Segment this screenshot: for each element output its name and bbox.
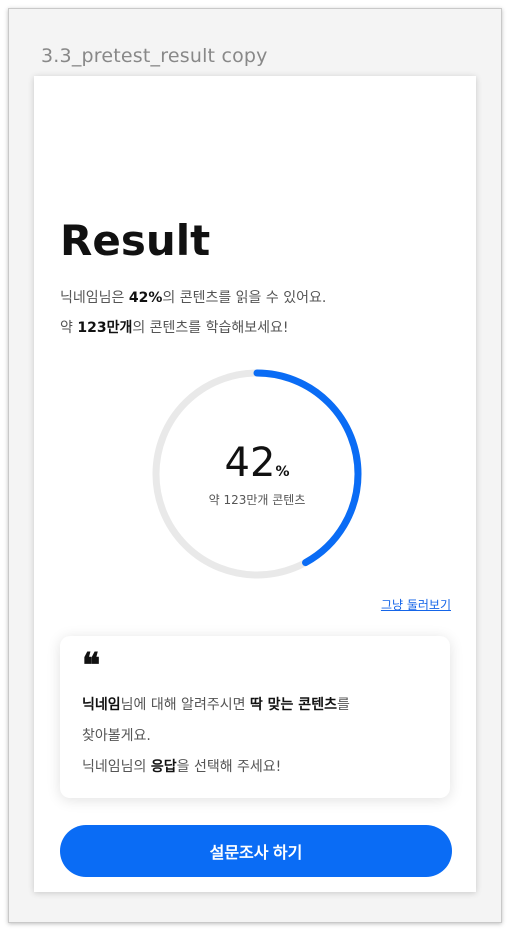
summary-line-1-prefix: 닉네임님은	[60, 290, 129, 306]
gauge-caption: 약 123만개 콘텐츠	[208, 492, 306, 507]
summary-line-2-suffix: 의 콘텐츠를 학습해보세요!	[132, 320, 289, 336]
quote-line-1-end: 를	[336, 697, 350, 713]
page-title: Result	[60, 216, 211, 265]
quote-line-3: 닉네임님의 응답을 선택해 주세요!	[82, 752, 350, 783]
summary-line-1: 닉네임님은 42%의 콘텐츠를 읽을 수 있어요.	[60, 283, 326, 313]
artboard-title: 3.3_pretest_result copy	[41, 45, 268, 67]
quote-line-1: 닉네임님에 대해 알려주시면 딱 맞는 콘텐츠를	[82, 690, 350, 721]
quote-response: 응답	[150, 759, 177, 775]
gauge-readout: 42%	[225, 441, 290, 485]
survey-button[interactable]: 설문조사 하기	[60, 825, 452, 877]
gauge-unit: %	[275, 463, 290, 480]
quote-card: ❝ 닉네임님에 대해 알려주시면 딱 맞는 콘텐츠를 찾아볼게요. 닉네임님의 …	[60, 636, 450, 798]
quote-line-3-suffix: 을 선택해 주세요!	[176, 759, 282, 775]
result-summary: 닉네임님은 42%의 콘텐츠를 읽을 수 있어요. 약 123만개의 콘텐츠를 …	[60, 283, 326, 343]
quote-text: 닉네임님에 대해 알려주시면 딱 맞는 콘텐츠를 찾아볼게요. 닉네임님의 응답…	[82, 690, 350, 783]
design-window: 3.3_pretest_result copy Result 닉네임님은 42%…	[8, 8, 502, 923]
browse-link[interactable]: 그냥 둘러보기	[381, 596, 451, 613]
progress-gauge: 42% 약 123만개 콘텐츠	[151, 368, 363, 580]
quote-highlight: 딱 맞는 콘텐츠	[249, 697, 337, 713]
summary-line-2-prefix: 약	[60, 320, 78, 336]
summary-line-1-suffix: 의 콘텐츠를 읽을 수 있어요.	[162, 290, 327, 306]
quote-line-2: 찾아볼게요.	[82, 728, 151, 744]
quote-line-3-prefix: 닉네임님의	[82, 759, 151, 775]
summary-count: 123만개	[77, 320, 133, 336]
gauge-center: 42% 약 123만개 콘텐츠	[151, 368, 363, 580]
artboard: Result 닉네임님은 42%의 콘텐츠를 읽을 수 있어요. 약 123만개…	[34, 76, 476, 892]
gauge-value: 42	[224, 439, 276, 486]
summary-line-2: 약 123만개의 콘텐츠를 학습해보세요!	[60, 313, 326, 343]
summary-percent: 42%	[128, 290, 163, 306]
quote-nickname: 닉네임	[82, 697, 121, 713]
quote-icon: ❝	[82, 646, 101, 686]
quote-line-1-mid: 님에 대해 알려주시면	[120, 697, 250, 713]
